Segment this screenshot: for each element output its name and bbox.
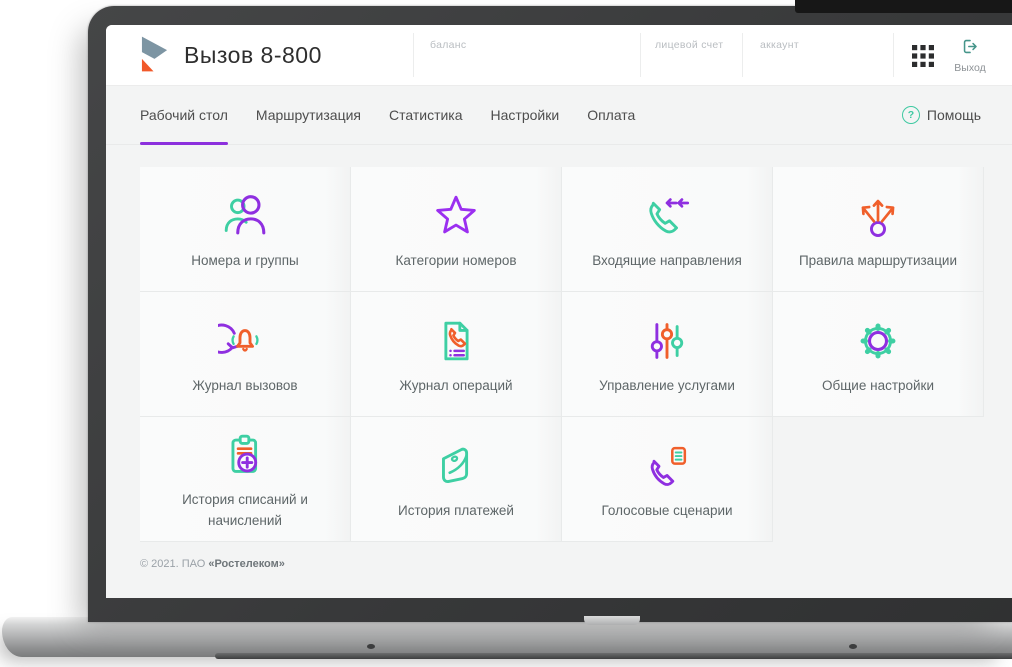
header-divider: [893, 33, 894, 77]
tile-number-categories[interactable]: Категории номеров: [351, 167, 562, 292]
tab-dashboard[interactable]: Рабочий стол: [140, 86, 228, 145]
header-divider: [413, 33, 414, 77]
tile-voice-scenarios[interactable]: Голосовые сценарии: [562, 417, 773, 542]
tile-label: Номера и группы: [191, 252, 299, 268]
rostelecom-logo[interactable]: [140, 36, 169, 74]
tile-label: Управление услугами: [599, 377, 735, 393]
tile-incoming-directions[interactable]: Входящие направления: [562, 167, 773, 292]
operations-log-icon: [429, 312, 483, 368]
app-title: Вызов 8-800: [184, 41, 322, 68]
tile-label: Входящие направления: [592, 252, 742, 268]
settings-gear-icon: [851, 312, 905, 368]
tile-payments-history[interactable]: История платежей: [351, 417, 562, 542]
tile-charges-history[interactable]: История списаний и начислений: [140, 417, 351, 542]
laptop-lid-back-edge: [795, 0, 1012, 13]
tile-label: Голосовые сценарии: [601, 502, 733, 518]
voice-scenarios-icon: [640, 437, 694, 493]
tile-label: Общие настройки: [821, 377, 935, 393]
payments-history-icon: [429, 437, 483, 493]
laptop-base: [2, 617, 1012, 657]
tile-label: История списаний и начислений: [182, 492, 308, 528]
laptop-lid-notch: [584, 616, 640, 625]
account-label: аккаунт: [760, 39, 799, 51]
footer-copyright: © 2021. ПАО «Ростелеком»: [140, 558, 1012, 570]
tile-label: Правила маршрутизации: [798, 252, 958, 268]
logout-label: Выход: [954, 62, 986, 74]
help-link[interactable]: ? Помощь: [901, 106, 981, 124]
brand: Вызов 8-800: [140, 25, 322, 85]
call-log-icon: [218, 312, 272, 368]
tile-label: История платежей: [398, 502, 514, 518]
tile-routing-rules[interactable]: Правила маршрутизации: [773, 167, 984, 292]
users-icon: [218, 187, 272, 243]
tab-statistics[interactable]: Статистика: [389, 86, 463, 144]
app-header: Вызов 8-800 баланс лицевой счет аккаунт: [106, 25, 1012, 86]
laptop-foot-dot: [367, 644, 375, 649]
tile-operations-log[interactable]: Журнал операций: [351, 292, 562, 417]
dashboard-grid: Номера и группы Категории номеров Входящ…: [140, 167, 985, 542]
services-sliders-icon: [640, 312, 694, 368]
tile-label: Категории номеров: [395, 252, 517, 268]
tab-settings[interactable]: Настройки: [491, 86, 560, 144]
header-divider: [640, 33, 641, 77]
exit-icon: [963, 39, 977, 54]
help-label: Помощь: [926, 107, 981, 123]
copyright-prefix: © 2021. ПАО: [140, 558, 209, 570]
tile-general-settings[interactable]: Общие настройки: [773, 292, 984, 417]
header-divider: [742, 33, 743, 77]
tab-bar: Рабочий стол Маршрутизация Статистика На…: [106, 86, 1012, 145]
tile-call-log[interactable]: Журнал вызовов: [140, 292, 351, 417]
laptop-foot-dot: [849, 644, 857, 649]
tile-numbers-and-groups[interactable]: Номера и группы: [140, 167, 351, 292]
routing-icon: [851, 187, 905, 243]
apps-grid-icon[interactable]: [912, 45, 934, 67]
personal-account-label: лицевой счет: [655, 39, 724, 51]
balance-label: баланс: [430, 39, 467, 51]
screen-content: Вызов 8-800 баланс лицевой счет аккаунт: [106, 25, 1012, 598]
incoming-call-icon: [640, 187, 694, 243]
tile-service-management[interactable]: Управление услугами: [562, 292, 773, 417]
empty-cell: [773, 417, 984, 542]
tab-routing[interactable]: Маршрутизация: [256, 86, 361, 144]
logout-button[interactable]: Выход: [946, 38, 994, 74]
company-name: «Ростелеком»: [208, 558, 285, 570]
laptop-base-bottom-edge: [215, 653, 1012, 659]
help-icon: ?: [901, 106, 920, 124]
tab-payment[interactable]: Оплата: [587, 86, 635, 144]
laptop-mockup: Вызов 8-800 баланс лицевой счет аккаунт: [0, 0, 1012, 667]
tile-label: Журнал вызовов: [192, 377, 298, 393]
star-icon: [429, 187, 483, 243]
tile-label: Журнал операций: [399, 377, 513, 393]
charges-history-icon: [218, 426, 272, 482]
